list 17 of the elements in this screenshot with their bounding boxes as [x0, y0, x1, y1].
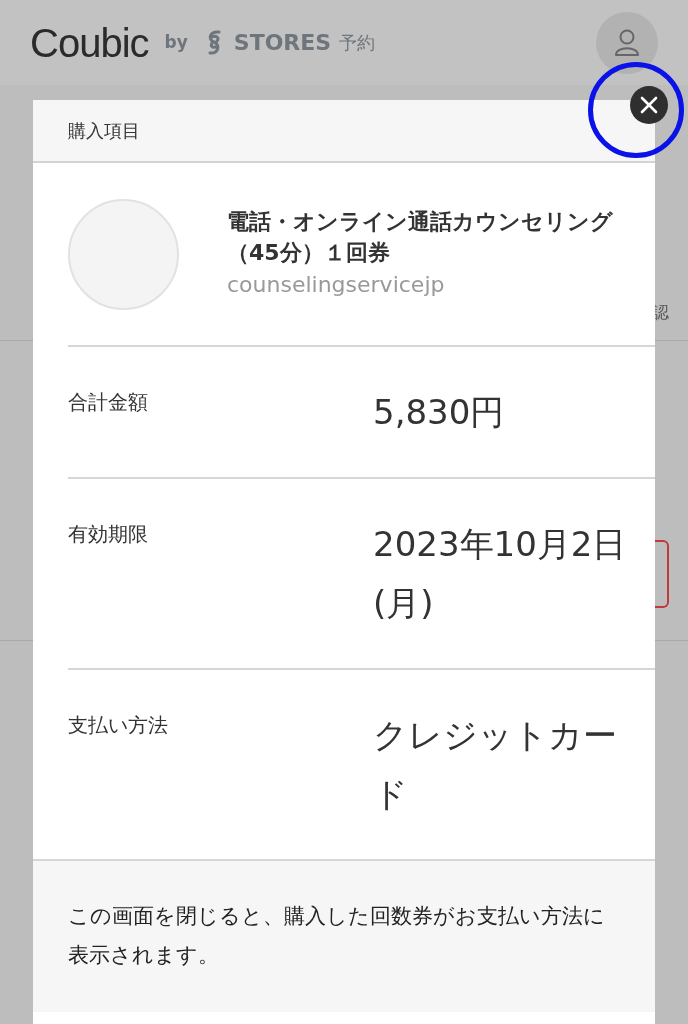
modal-title: 購入項目 [68, 119, 140, 143]
shop-name: counselingservicejp [227, 271, 446, 300]
close-icon [640, 96, 658, 114]
by-text: by [164, 30, 188, 54]
field-label: 合計金額 [68, 389, 149, 416]
logo[interactable]: Coubic [30, 12, 149, 73]
product-name: 電話・オンライン通話カウンセリング（45分）１回券 [227, 207, 614, 267]
note-text: この画面を閉じると、購入した回数券がお支払い方法に表示されます。 [68, 903, 605, 968]
field-label: 有効期限 [68, 520, 149, 548]
field-value: 2023年10月2日(月) [373, 522, 628, 625]
field-label: 支払い方法 [68, 711, 169, 739]
brand-name: STORES [233, 29, 332, 57]
field-value: 5,830円 [373, 391, 506, 434]
user-icon [614, 28, 640, 57]
close-button[interactable] [630, 86, 668, 124]
field-value: クレジットカード [373, 713, 618, 816]
brand-suffix: 予約 [339, 31, 376, 55]
